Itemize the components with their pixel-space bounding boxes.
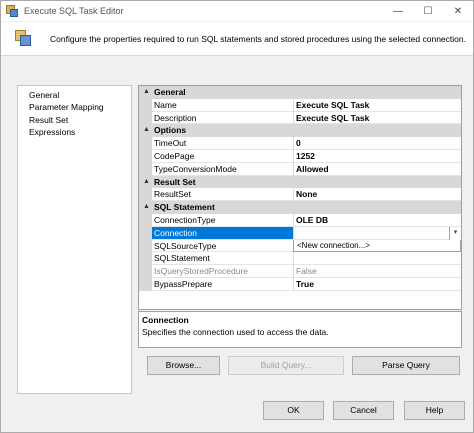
maximize-button[interactable]: ☐ [413, 1, 443, 21]
nav-item-general[interactable]: General [29, 89, 131, 101]
header-description: Configure the properties required to run… [50, 34, 466, 44]
browse-button[interactable]: Browse... [147, 356, 220, 375]
help-button[interactable]: Help [404, 401, 465, 420]
editor-header: Configure the properties required to run… [1, 22, 473, 56]
ok-button[interactable]: OK [263, 401, 324, 420]
nav-item-result-set[interactable]: Result Set [29, 114, 131, 126]
property-label: Connection [152, 226, 293, 240]
property-label: Name [152, 99, 293, 112]
collapse-icon[interactable]: ▲ [143, 178, 151, 186]
property-value[interactable]: Execute SQL Task [293, 98, 461, 112]
property-label: SQLStatement [152, 252, 293, 266]
property-label: TypeConversionMode [152, 163, 293, 176]
property-label: IsQueryStoredProcedure [152, 265, 293, 278]
property-row-isquerystoredprocedure: IsQueryStoredProcedure False [139, 265, 461, 278]
connection-dropdown-option[interactable]: <New connection...> [293, 239, 461, 252]
property-value: False [293, 265, 461, 278]
build-query-button: Build Query... [228, 356, 344, 375]
property-value[interactable]: True [293, 278, 461, 291]
property-label: ConnectionType [152, 214, 293, 227]
property-row-connection[interactable]: Connection ▾ [139, 226, 461, 240]
category-result-set[interactable]: ▲ Result Set [139, 175, 461, 189]
property-label: Description [152, 112, 293, 125]
property-label: BypassPrepare [152, 278, 293, 291]
property-description-panel: Connection Specifies the connection used… [138, 311, 462, 348]
task-editor-window: Execute SQL Task Editor — ☐ ✕ Configure … [0, 0, 474, 433]
property-row-name[interactable]: Name Execute SQL Task [139, 98, 461, 112]
property-grid: ▲ General Name Execute SQL Task Descript… [138, 85, 462, 310]
property-value[interactable]: Execute SQL Task [293, 111, 461, 125]
property-value[interactable]: Allowed [293, 162, 461, 176]
window-title: Execute SQL Task Editor [24, 6, 124, 16]
sql-task-large-icon [15, 30, 31, 46]
cancel-button[interactable]: Cancel [333, 401, 394, 420]
collapse-icon[interactable]: ▲ [143, 88, 151, 96]
property-label: CodePage [152, 150, 293, 163]
parse-query-button[interactable]: Parse Query [352, 356, 460, 375]
property-row-sqlstatement[interactable]: SQLStatement [139, 252, 461, 266]
nav-item-parameter-mapping[interactable]: Parameter Mapping [29, 101, 131, 113]
connection-select[interactable] [293, 226, 461, 240]
nav-item-expressions[interactable]: Expressions [29, 126, 131, 138]
property-value[interactable]: 0 [293, 137, 461, 150]
collapse-icon[interactable]: ▲ [143, 203, 151, 211]
property-row-typeconversionmode[interactable]: TypeConversionMode Allowed [139, 162, 461, 176]
description-text: Specifies the connection used to access … [142, 327, 329, 337]
property-label: ResultSet [152, 188, 293, 202]
property-value[interactable]: None [293, 188, 461, 202]
property-label: TimeOut [152, 137, 293, 150]
page-navigation: General Parameter Mapping Result Set Exp… [17, 85, 132, 394]
property-row-resultset[interactable]: ResultSet None [139, 188, 461, 202]
property-label: SQLSourceType [152, 240, 293, 253]
collapse-icon[interactable]: ▲ [143, 126, 151, 134]
property-row-description[interactable]: Description Execute SQL Task [139, 111, 461, 125]
property-value[interactable] [293, 252, 461, 266]
minimize-button[interactable]: — [383, 1, 413, 21]
property-row-connectiontype[interactable]: ConnectionType OLE DB [139, 214, 461, 227]
title-bar: Execute SQL Task Editor — ☐ ✕ [1, 1, 473, 21]
category-options[interactable]: ▲ Options [139, 124, 461, 138]
property-row-codepage[interactable]: CodePage 1252 [139, 150, 461, 163]
description-title: Connection [142, 315, 189, 325]
close-button[interactable]: ✕ [443, 1, 473, 21]
property-value[interactable]: OLE DB [293, 214, 461, 227]
sql-task-icon [6, 5, 18, 17]
category-sql-statement[interactable]: ▲ SQL Statement [139, 201, 461, 214]
property-value[interactable]: 1252 [293, 150, 461, 163]
chevron-down-icon[interactable]: ▾ [449, 226, 461, 240]
property-row-timeout[interactable]: TimeOut 0 [139, 137, 461, 150]
property-row-bypassprepare[interactable]: BypassPrepare True [139, 278, 461, 291]
category-general[interactable]: ▲ General [139, 86, 461, 99]
